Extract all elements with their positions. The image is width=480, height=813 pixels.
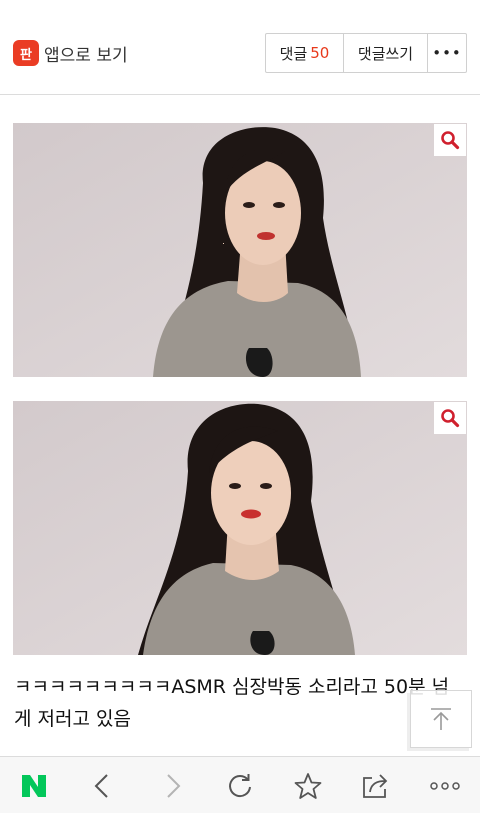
back-button[interactable] — [77, 757, 127, 813]
forward-icon — [167, 773, 181, 798]
top-bar: 판 앱으로 보기 댓글 50 댓글쓰기 ••• — [0, 0, 480, 95]
post-photo-2[interactable] — [13, 401, 467, 655]
page: 판 앱으로 보기 댓글 50 댓글쓰기 ••• ㅋㅋㅋㅋㅋㅋㅋㅋㅋASMR 심장… — [0, 0, 480, 813]
more-menu-button[interactable] — [420, 757, 470, 813]
zoom-button-2[interactable] — [434, 402, 466, 434]
refresh-icon — [229, 773, 251, 797]
magnifier-icon — [441, 131, 460, 150]
share-icon — [363, 773, 388, 798]
naver-home-button[interactable] — [9, 757, 59, 813]
refresh-button[interactable] — [215, 757, 265, 813]
scroll-to-top-button[interactable] — [410, 690, 472, 748]
back-icon — [94, 773, 108, 798]
share-button[interactable] — [351, 757, 401, 813]
forward-button[interactable] — [148, 757, 198, 813]
app-logo-icon: 판 — [13, 40, 39, 66]
write-comment-button[interactable]: 댓글쓰기 — [344, 34, 428, 72]
browser-toolbar — [0, 756, 480, 813]
naver-n-icon — [22, 774, 46, 797]
magnifier-icon — [441, 409, 460, 428]
bookmark-button[interactable] — [283, 757, 333, 813]
comments-count: 50 — [310, 44, 330, 62]
more-icon — [430, 781, 460, 790]
zoom-button-1[interactable] — [434, 124, 466, 156]
comment-button-group: 댓글 50 댓글쓰기 ••• — [265, 33, 467, 73]
comments-button[interactable]: 댓글 50 — [266, 34, 344, 72]
comments-label: 댓글 — [279, 44, 308, 63]
post-caption: ㅋㅋㅋㅋㅋㅋㅋㅋㅋASMR 심장박동 소리라고 50분 넘게 저러고 있음 — [14, 676, 450, 730]
more-button[interactable]: ••• — [428, 34, 466, 72]
open-in-app-label: 앱으로 보기 — [44, 45, 128, 66]
post-photo-1[interactable] — [13, 123, 467, 377]
arrow-up-icon — [431, 708, 451, 730]
photo-2-image — [13, 401, 467, 655]
star-icon — [294, 772, 322, 799]
photo-1-image — [13, 123, 467, 377]
open-in-app-link[interactable]: 판 앱으로 보기 — [13, 39, 128, 67]
